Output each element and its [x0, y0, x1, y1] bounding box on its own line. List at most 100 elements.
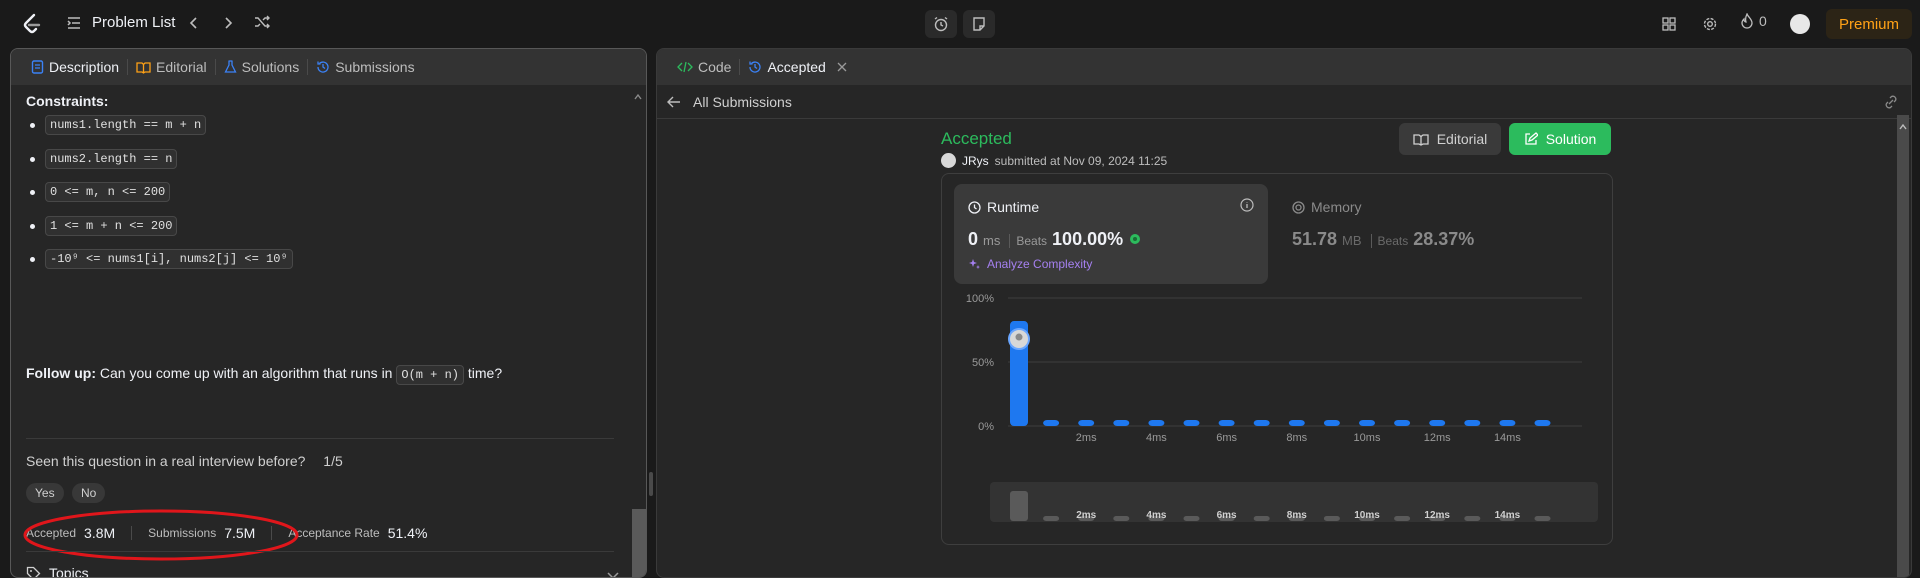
chart-bar[interactable]: [1219, 420, 1235, 426]
chart-bar[interactable]: [1184, 420, 1200, 426]
chart-x-tick-label: 2ms: [1076, 432, 1097, 444]
right-scrollbar-thumb[interactable]: [1897, 115, 1909, 578]
right-tab-bar: Code Accepted: [657, 49, 1911, 85]
divider: [26, 551, 614, 552]
user-avatar-small[interactable]: [941, 153, 956, 168]
settings-button[interactable]: [1699, 13, 1721, 35]
description-panel: Description Editorial Solutions Submissi…: [10, 48, 647, 578]
chart-brush-bar: [1010, 491, 1028, 521]
tab-accepted-label: Accepted: [767, 59, 825, 75]
chart-x-tick-label: 6ms: [1216, 432, 1237, 444]
info-icon[interactable]: [1240, 198, 1254, 212]
chart-bar[interactable]: [1464, 420, 1480, 426]
arrow-left-icon[interactable]: [667, 96, 681, 108]
acceptance-rate-value: 51.4%: [388, 525, 428, 541]
solution-button[interactable]: Solution: [1509, 123, 1611, 155]
timer-button[interactable]: [925, 10, 957, 38]
tab-editorial[interactable]: Editorial: [128, 59, 215, 75]
follow-up-label: Follow up:: [26, 365, 96, 381]
chevron-right-icon: [221, 16, 235, 30]
flask-icon: [224, 60, 237, 74]
runtime-value: 0: [968, 229, 978, 250]
tab-submissions[interactable]: Submissions: [308, 59, 422, 75]
streak-counter[interactable]: 0: [1740, 13, 1767, 29]
chart-bar[interactable]: [1113, 420, 1129, 426]
chart-x-tick-label: 12ms: [1424, 432, 1451, 444]
chip-icon: [1292, 201, 1305, 214]
chevron-down-icon[interactable]: [606, 571, 620, 578]
chart-bar[interactable]: [1043, 420, 1059, 426]
runtime-card[interactable]: Runtime 0 ms Beats 100.00% Analyze Compl…: [954, 184, 1268, 284]
tab-editorial-label: Editorial: [156, 59, 207, 75]
chart-bar[interactable]: [1499, 420, 1515, 426]
tab-solutions[interactable]: Solutions: [216, 59, 308, 75]
problem-list-button[interactable]: Problem List: [66, 14, 175, 31]
memory-value: 51.78: [1292, 229, 1337, 250]
submitter-name[interactable]: JRys: [962, 154, 989, 168]
scroll-up-arrow-icon[interactable]: [1898, 119, 1908, 129]
history-icon: [748, 60, 762, 74]
follow-up-tail: time?: [464, 365, 502, 381]
constraint-item: 0 <= m, n <= 200: [26, 182, 170, 202]
chart-bar[interactable]: [1254, 420, 1270, 426]
chart-brush-tick-label: 6ms: [1217, 510, 1237, 521]
layout-grid-icon: [1661, 16, 1677, 32]
premium-button[interactable]: Premium: [1826, 9, 1912, 39]
tab-code[interactable]: Code: [669, 59, 739, 75]
memory-beats-label: Beats: [1371, 234, 1409, 248]
runtime-header: Runtime: [968, 199, 1039, 215]
chart-bar[interactable]: [1289, 420, 1305, 426]
link-icon[interactable]: [1883, 95, 1899, 109]
close-icon[interactable]: [837, 62, 847, 72]
alarm-clock-icon: [933, 16, 949, 32]
memory-values: 51.78 MB Beats 28.37%: [1292, 229, 1474, 250]
scroll-up-arrow-icon[interactable]: [633, 89, 643, 99]
chart-brush-tick-label: 4ms: [1146, 510, 1166, 521]
chart-bar[interactable]: [1148, 420, 1164, 426]
memory-label: Memory: [1311, 199, 1362, 215]
panel-resize-handle[interactable]: [649, 472, 653, 496]
edit-icon: [1524, 132, 1538, 146]
leetcode-logo-icon[interactable]: [20, 12, 44, 36]
editorial-button[interactable]: Editorial: [1399, 123, 1501, 155]
no-button[interactable]: No: [72, 483, 105, 503]
history-icon: [316, 60, 330, 74]
chart-brush-tick-label: 2ms: [1076, 510, 1096, 521]
highlight-ellipse: [20, 507, 302, 567]
user-avatar[interactable]: [1790, 14, 1810, 34]
editorial-button-label: Editorial: [1437, 131, 1488, 147]
memory-header[interactable]: Memory: [1292, 199, 1362, 215]
layout-button[interactable]: [1658, 13, 1680, 35]
chart-bar[interactable]: [1429, 420, 1445, 426]
analyze-complexity-label: Analyze Complexity: [987, 257, 1092, 271]
chart-brush-tick-label: 14ms: [1495, 510, 1521, 521]
memory-unit: MB: [1342, 233, 1362, 248]
chart-brush-bar: [1254, 516, 1270, 521]
chart-brush-tick-label: 12ms: [1424, 510, 1450, 521]
next-problem-button[interactable]: [216, 12, 240, 36]
chart-bar[interactable]: [1324, 420, 1340, 426]
chart-x-tick-label: 14ms: [1494, 432, 1521, 444]
chart-bar[interactable]: [1394, 420, 1410, 426]
all-submissions-link[interactable]: All Submissions: [693, 94, 792, 110]
chart-bar[interactable]: [1078, 420, 1094, 426]
analyze-complexity-button[interactable]: Analyze Complexity: [968, 257, 1092, 271]
random-problem-button[interactable]: [250, 12, 274, 36]
previous-problem-button[interactable]: [182, 12, 206, 36]
tab-accepted[interactable]: Accepted: [740, 59, 854, 75]
chart-brush-tick-label: 8ms: [1287, 510, 1307, 521]
problem-list-label: Problem List: [92, 14, 175, 31]
tab-submissions-label: Submissions: [335, 59, 414, 75]
user-position-marker-head: [1016, 334, 1023, 341]
chart-brush-bar: [1043, 516, 1059, 521]
constraint-item: nums1.length == m + n: [26, 115, 206, 135]
submitted-by: JRys submitted at Nov 09, 2024 11:25: [941, 153, 1167, 168]
chart-bar[interactable]: [1359, 420, 1375, 426]
constraint-code: 0 <= m, n <= 200: [45, 182, 170, 202]
notes-button[interactable]: [963, 10, 995, 38]
chart-bar[interactable]: [1535, 420, 1551, 426]
left-scrollbar-thumb[interactable]: [632, 509, 646, 578]
acceptance-rate-label: Acceptance Rate: [288, 526, 379, 540]
yes-button[interactable]: Yes: [26, 483, 64, 503]
tab-description[interactable]: Description: [23, 59, 127, 75]
